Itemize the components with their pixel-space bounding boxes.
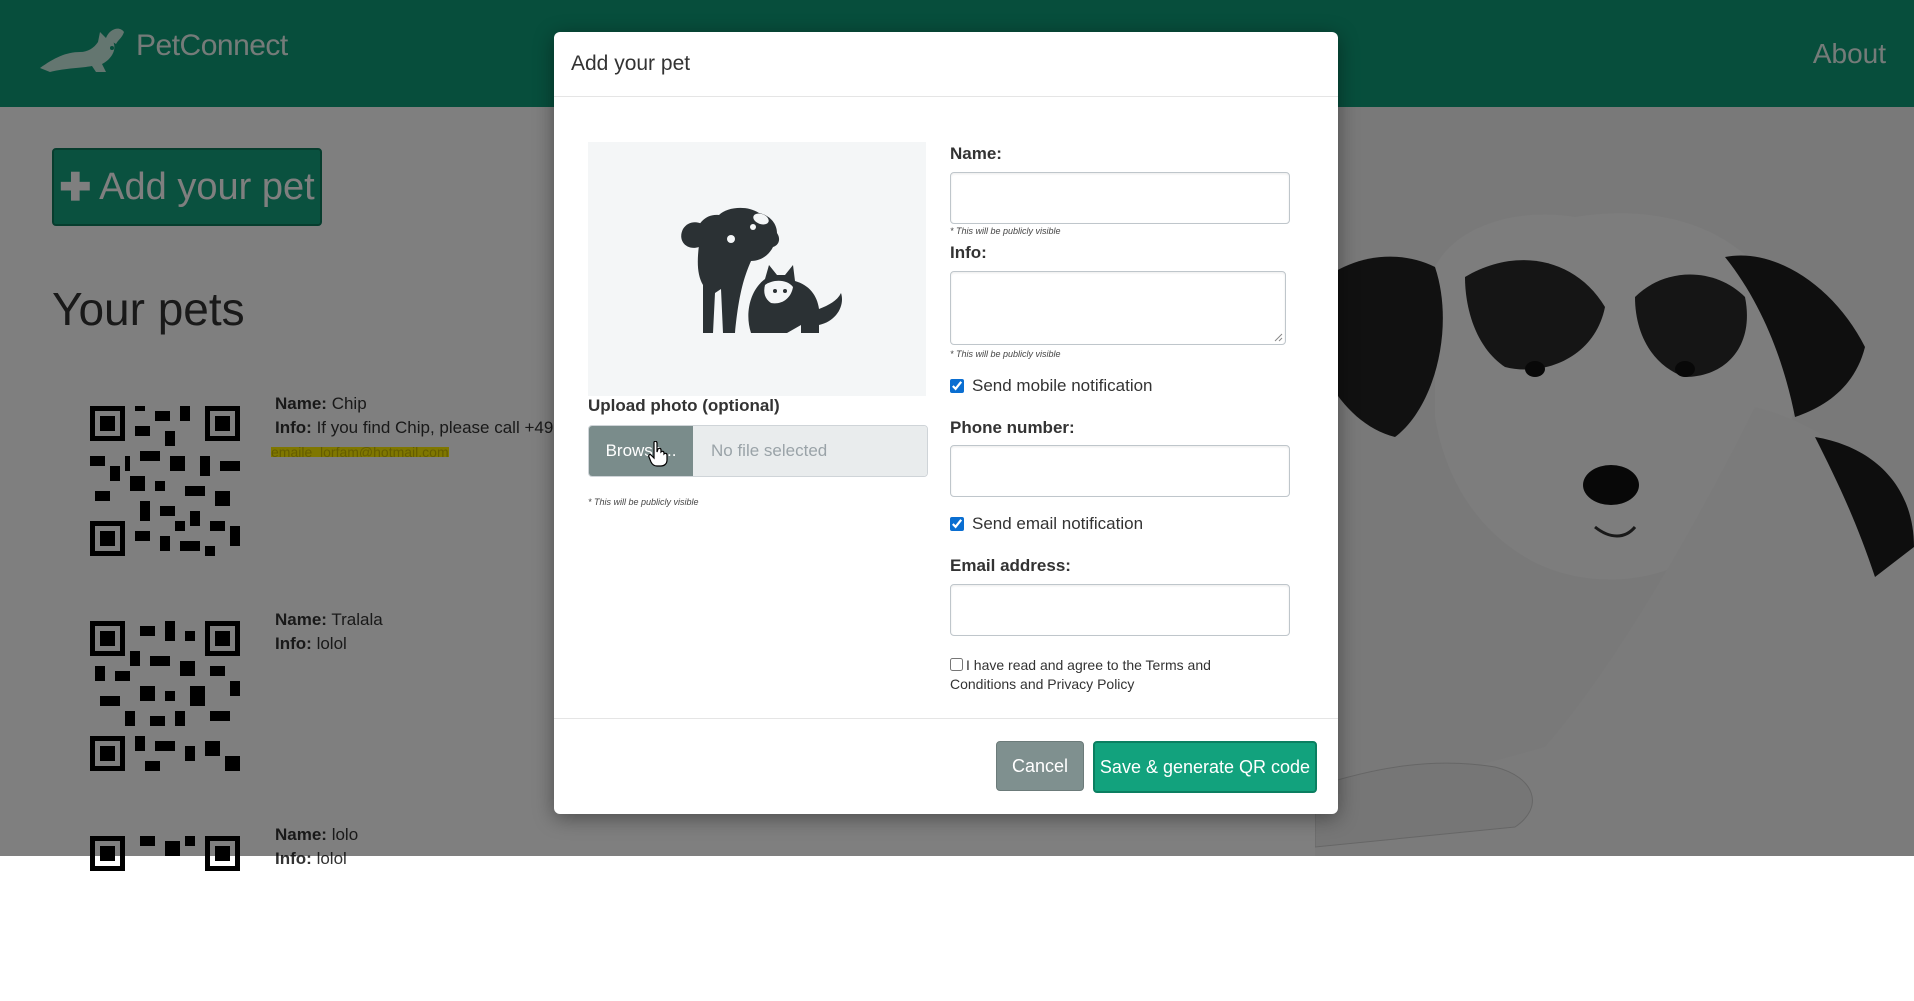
info-public-hint: * This will be publicly visible bbox=[950, 349, 1061, 359]
cancel-button[interactable]: Cancel bbox=[996, 741, 1084, 791]
phone-input[interactable] bbox=[950, 445, 1290, 497]
terms-checkbox[interactable] bbox=[950, 658, 963, 671]
phone-label: Phone number: bbox=[950, 418, 1075, 437]
photo-public-hint: * This will be publicly visible bbox=[588, 497, 699, 507]
modal-footer: Cancel Save & generate QR code bbox=[554, 718, 1338, 815]
modal-header: Add your pet bbox=[554, 32, 1338, 97]
mobile-notification-option[interactable]: Send mobile notification bbox=[950, 376, 1153, 396]
name-input[interactable] bbox=[950, 172, 1290, 224]
photo-preview bbox=[588, 142, 926, 396]
email-notification-checkbox[interactable] bbox=[950, 517, 964, 531]
email-label: Email address: bbox=[950, 556, 1071, 575]
upload-photo-label: Upload photo (optional) bbox=[588, 396, 780, 415]
terms-agreement: I have read and agree to the Terms and C… bbox=[950, 656, 1280, 694]
info-textarea[interactable] bbox=[950, 271, 1286, 345]
photo-file-input[interactable]: Browse... No file selected bbox=[588, 425, 928, 477]
dog-cat-placeholder-icon bbox=[681, 207, 843, 333]
save-generate-qr-button[interactable]: Save & generate QR code bbox=[1093, 741, 1317, 793]
email-notification-option[interactable]: Send email notification bbox=[950, 514, 1143, 534]
file-name-display: No file selected bbox=[693, 426, 927, 476]
browse-button[interactable]: Browse... bbox=[589, 426, 693, 476]
email-input[interactable] bbox=[950, 584, 1290, 636]
modal-title: Add your pet bbox=[571, 52, 691, 75]
name-label: Name: bbox=[950, 144, 1002, 163]
hand-pointer-icon bbox=[648, 441, 668, 467]
mobile-notification-checkbox[interactable] bbox=[950, 379, 964, 393]
terms-label: I have read and agree to the Terms and C… bbox=[950, 657, 1211, 692]
name-public-hint: * This will be publicly visible bbox=[950, 226, 1061, 236]
add-pet-modal: Add your pet Upload photo (optional) Bro… bbox=[554, 32, 1338, 814]
info-label: Info: bbox=[950, 243, 987, 262]
resize-grip-icon[interactable] bbox=[1273, 332, 1283, 342]
mobile-notification-label: Send mobile notification bbox=[972, 376, 1153, 395]
email-notification-label: Send email notification bbox=[972, 514, 1144, 533]
